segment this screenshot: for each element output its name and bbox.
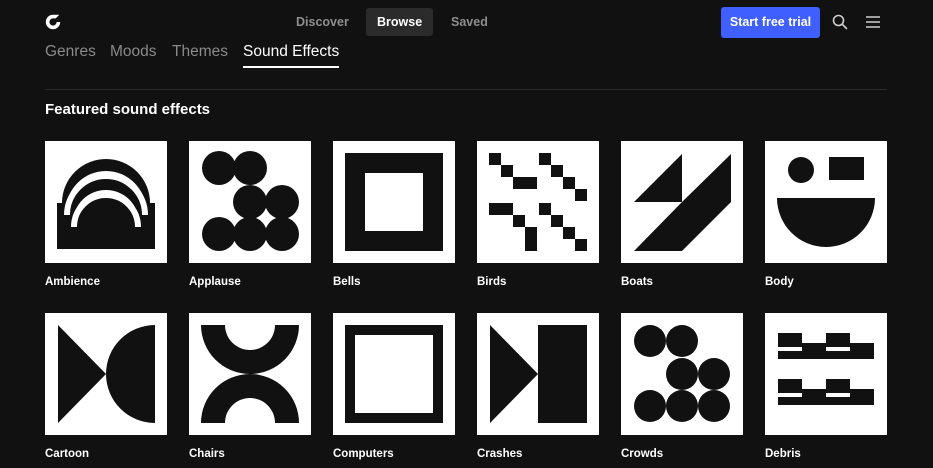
sound-card-computers[interactable]: Computers — [333, 313, 455, 460]
sound-card-ambience[interactable]: Ambience — [45, 141, 167, 288]
start-free-trial-button[interactable]: Start free trial — [721, 7, 820, 38]
debris-art-icon — [778, 333, 874, 405]
card-label: Ambience — [45, 276, 100, 288]
tab-themes[interactable]: Themes — [172, 43, 228, 66]
card-art — [45, 313, 167, 435]
chairs-art-icon — [201, 325, 299, 423]
card-label: Body — [765, 276, 794, 288]
card-art — [477, 313, 599, 435]
section-divider — [45, 89, 887, 90]
sound-card-debris[interactable]: Debris — [765, 313, 887, 460]
card-art — [621, 141, 743, 263]
hamburger-menu-icon[interactable] — [865, 14, 881, 30]
card-label: Crowds — [621, 448, 664, 460]
card-label: Applause — [189, 276, 241, 288]
boats-art-icon — [634, 154, 731, 251]
card-art — [477, 141, 599, 263]
card-label: Chairs — [189, 448, 225, 460]
sound-card-crowds[interactable]: Crowds — [621, 313, 743, 460]
sound-card-applause[interactable]: Applause — [189, 141, 311, 288]
card-art — [333, 313, 455, 435]
card-art — [45, 141, 167, 263]
computers-art-icon — [345, 325, 443, 423]
nav-browse[interactable]: Browse — [366, 8, 434, 36]
crowds-art-icon — [634, 325, 730, 422]
sound-card-cartoon[interactable]: Cartoon — [45, 313, 167, 460]
ambience-art-icon — [56, 153, 156, 249]
sound-card-crashes[interactable]: Crashes — [477, 313, 599, 460]
card-label: Birds — [477, 276, 507, 288]
sound-card-birds[interactable]: Birds — [477, 141, 599, 288]
sound-card-boats[interactable]: Boats — [621, 141, 743, 288]
card-art — [189, 141, 311, 263]
sound-card-body[interactable]: Body — [765, 141, 887, 288]
body-art-icon — [777, 157, 875, 247]
card-label: Cartoon — [45, 448, 90, 460]
card-label: Boats — [621, 276, 653, 288]
nav-saved[interactable]: Saved — [440, 8, 499, 36]
card-art — [621, 313, 743, 435]
sound-card-chairs[interactable]: Chairs — [189, 313, 311, 460]
nav-discover[interactable]: Discover — [285, 8, 360, 36]
crashes-art-icon — [490, 325, 587, 423]
cartoon-art-icon — [58, 325, 155, 423]
card-art — [333, 141, 455, 263]
card-art — [765, 141, 887, 263]
card-label: Crashes — [477, 448, 523, 460]
card-label: Computers — [333, 448, 394, 460]
section-title: Featured sound effects — [45, 101, 211, 118]
card-art — [189, 313, 311, 435]
tab-moods[interactable]: Moods — [110, 43, 157, 66]
birds-art-icon — [489, 153, 587, 251]
applause-art-icon — [202, 151, 299, 251]
tab-genres[interactable]: Genres — [45, 43, 96, 66]
search-icon[interactable] — [832, 14, 848, 30]
card-label: Bells — [333, 276, 361, 288]
card-art — [765, 313, 887, 435]
bells-art-icon — [345, 153, 443, 251]
card-label: Debris — [765, 448, 801, 460]
tab-sound-effects[interactable]: Sound Effects — [243, 43, 340, 68]
sound-card-bells[interactable]: Bells — [333, 141, 455, 288]
